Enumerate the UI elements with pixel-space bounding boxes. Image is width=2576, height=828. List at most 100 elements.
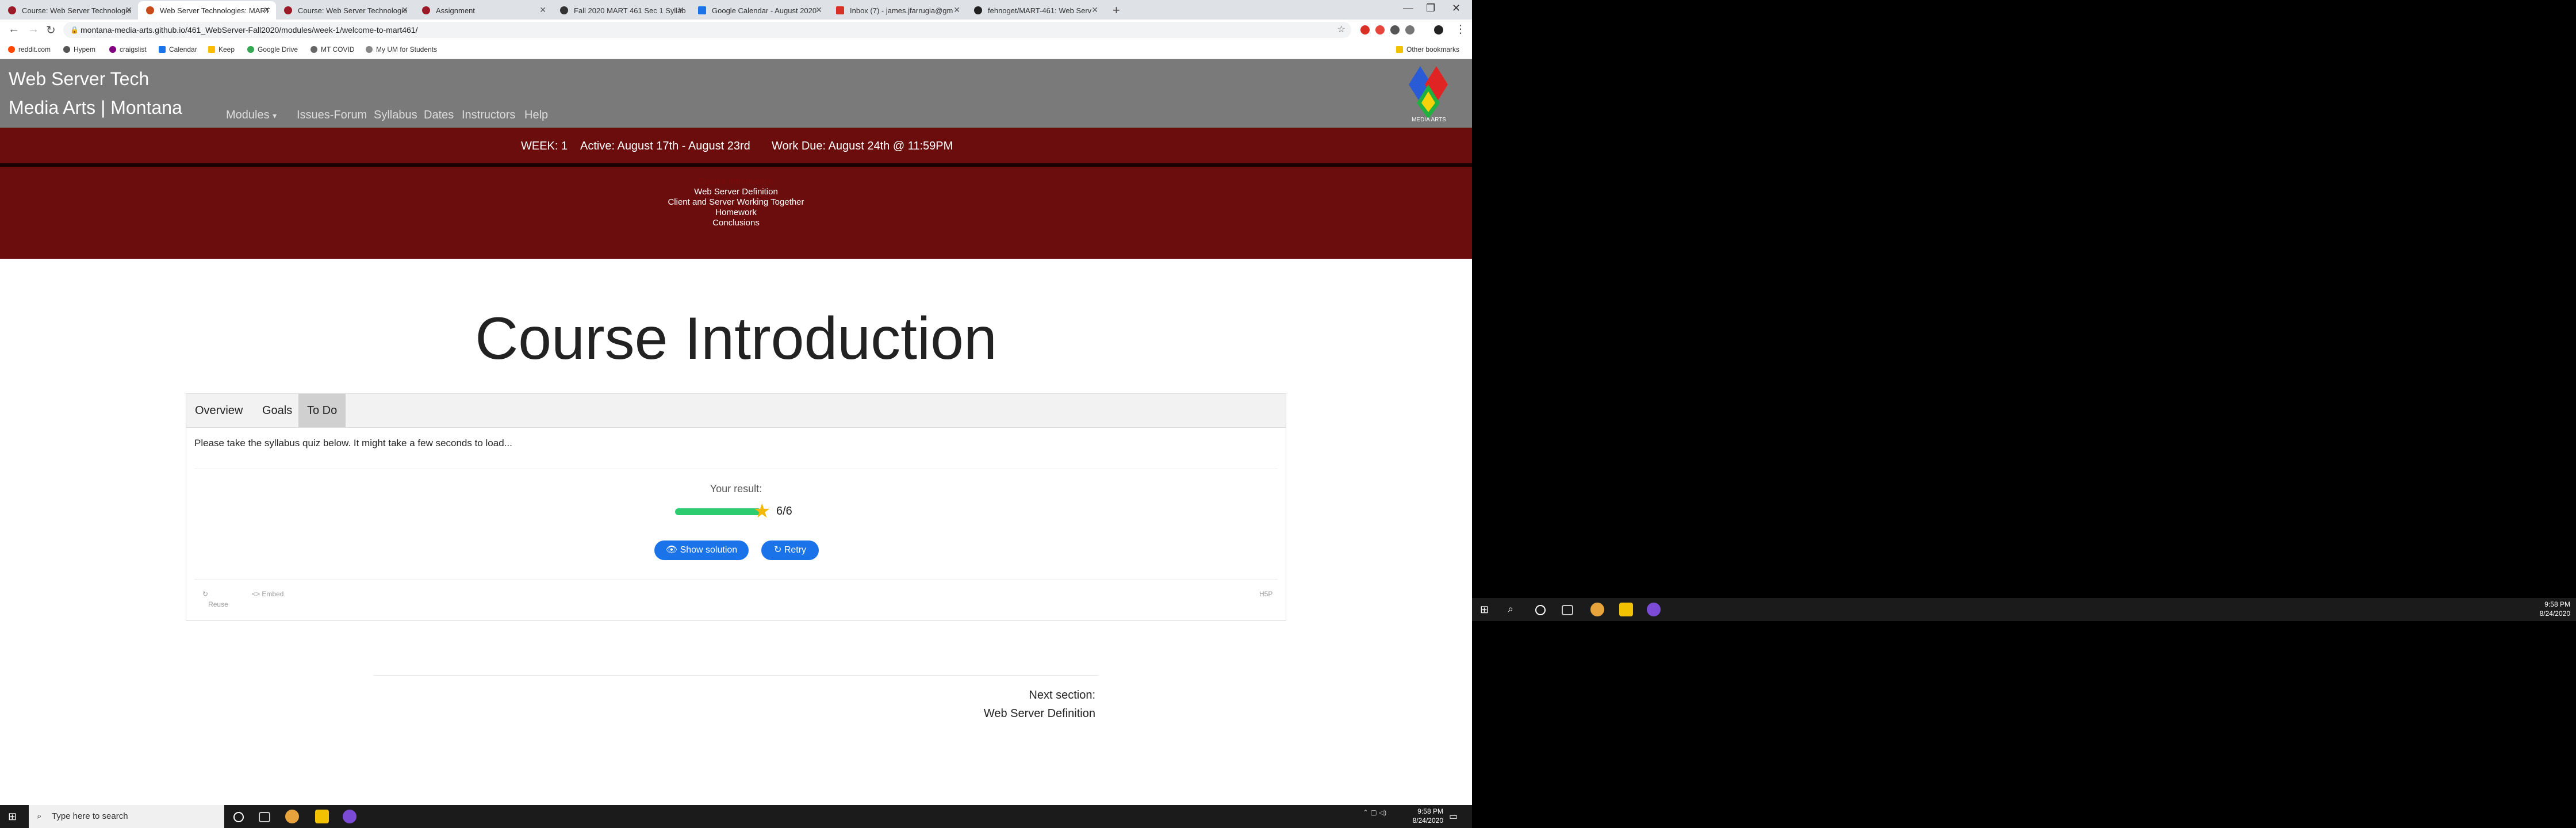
cortana-icon[interactable] — [233, 812, 244, 822]
browser-tab[interactable]: Course: Web Server Technologie ✕ — [0, 1, 138, 20]
week-label: WEEK: 1 — [521, 140, 568, 152]
close-tab-icon[interactable]: ✕ — [125, 5, 132, 15]
tab-to-do[interactable]: To Do — [298, 394, 346, 427]
profile-avatar-icon[interactable] — [1434, 25, 1443, 34]
browser-menu-icon[interactable]: ⋮ — [1455, 22, 1466, 36]
submenu-item-client-server[interactable]: Client and Server Working Together — [0, 197, 1472, 207]
adblock-extension-icon[interactable] — [1360, 25, 1370, 34]
bookmark-google-drive[interactable]: Google Drive — [247, 45, 298, 53]
site-header: Web Server Tech Media Arts | Montana Mod… — [0, 59, 1472, 128]
windows-start-icon[interactable]: ⊞ — [1480, 604, 1489, 616]
button-label: Retry — [784, 545, 807, 555]
tab-title: Web Server Technologies: MART — [160, 6, 270, 15]
media-arts-logo[interactable]: MEDIA ARTS — [1403, 64, 1455, 124]
task-view-icon[interactable] — [1562, 605, 1573, 615]
extension-icon[interactable] — [1390, 25, 1400, 34]
chrome-icon[interactable] — [1590, 603, 1604, 616]
hypem-icon — [63, 46, 70, 53]
page-title: Course Introduction — [475, 305, 997, 372]
address-bar[interactable]: 🔒 montana-media-arts.github.io/461_WebSe… — [63, 22, 1351, 38]
submenu-item-web-server-definition[interactable]: Web Server Definition — [0, 187, 1472, 197]
reuse-link[interactable]: ↻ Reuse — [202, 590, 228, 608]
file-explorer-icon[interactable] — [1619, 603, 1633, 616]
nav-dates[interactable]: Dates — [424, 109, 454, 122]
browser-tab[interactable]: Fall 2020 MART 461 Sec 1 Syllab ✕ — [552, 1, 690, 20]
submenu-item-conclusions[interactable]: Conclusions — [0, 218, 1472, 228]
nav-syllabus[interactable]: Syllabus — [374, 109, 417, 122]
submenu-item-course-introduction[interactable]: Course Introduction — [0, 177, 1472, 186]
button-label: Show solution — [680, 545, 738, 555]
restore-icon[interactable]: ❐ — [1426, 2, 1435, 14]
next-section-link[interactable]: Web Server Definition — [805, 707, 1095, 720]
obs-app-icon[interactable] — [343, 810, 356, 823]
embed-link[interactable]: <> Embed — [252, 590, 283, 598]
tab-favicon-icon — [146, 6, 154, 14]
close-window-icon[interactable]: ✕ — [1452, 2, 1460, 14]
extension-icon[interactable] — [1375, 25, 1385, 34]
extensions-puzzle-icon[interactable] — [1405, 25, 1414, 34]
bookmark-reddit[interactable]: reddit.com — [8, 45, 51, 53]
bookmark-star-icon[interactable]: ☆ — [1337, 22, 1346, 38]
close-tab-icon[interactable]: ✕ — [1091, 5, 1098, 15]
secondary-monitor: ⊞ ⌕ 9:58 PM 8/24/2020 — [1472, 0, 2576, 621]
bookmark-label: Other bookmarks — [1406, 45, 1460, 53]
globe-icon — [310, 46, 317, 53]
show-solution-button[interactable]: 👁 Show solution — [654, 540, 749, 560]
tab-goals[interactable]: Goals — [254, 394, 301, 427]
search-icon[interactable]: ⌕ — [1508, 603, 1513, 615]
bookmark-mt-covid[interactable]: MT COVID — [310, 45, 354, 53]
h5p-footer: ↻ Reuse <> Embed H5P — [194, 579, 1278, 608]
close-tab-icon[interactable]: ✕ — [539, 5, 546, 15]
close-tab-icon[interactable]: ✕ — [263, 5, 270, 15]
nav-modules[interactable]: Modules ▾ — [226, 109, 277, 122]
bookmark-calendar[interactable]: Calendar — [159, 45, 197, 53]
browser-tab[interactable]: Course: Web Server Technologie ✕ — [276, 1, 414, 20]
file-explorer-icon[interactable] — [315, 810, 329, 823]
tab-title: Google Calendar - August 2020 — [712, 6, 817, 15]
nav-issues-forum[interactable]: Issues-Forum — [297, 109, 367, 122]
search-placeholder: Type here to search — [52, 811, 128, 821]
h5p-logo[interactable]: H5P — [1259, 590, 1272, 598]
close-tab-icon[interactable]: ✕ — [953, 5, 960, 15]
site-brand-line2[interactable]: Media Arts | Montana — [9, 97, 182, 118]
other-bookmarks[interactable]: Other bookmarks — [1396, 45, 1459, 53]
chrome-icon[interactable] — [285, 810, 299, 823]
bookmark-hypem[interactable]: Hypem — [63, 45, 95, 53]
browser-tab[interactable]: Assignment ✕ — [414, 1, 552, 20]
task-view-icon[interactable] — [259, 812, 270, 822]
browser-tab[interactable]: Google Calendar - August 2020 ✕ — [690, 1, 828, 20]
submenu-item-homework[interactable]: Homework — [0, 208, 1472, 217]
notifications-icon[interactable]: ▭ — [1449, 811, 1458, 822]
bookmark-label: Hypem — [74, 45, 96, 53]
lock-icon: 🔒 — [70, 26, 79, 34]
site-brand-line1[interactable]: Web Server Tech — [9, 68, 149, 90]
bookmark-my-um[interactable]: My UM for Students — [366, 45, 437, 53]
close-tab-icon[interactable]: ✕ — [677, 5, 684, 15]
tray-icons[interactable]: ⌃ ▢ ◁) — [1363, 808, 1386, 816]
minimize-icon[interactable]: — — [1403, 2, 1413, 14]
bookmark-label: Calendar — [169, 45, 197, 53]
taskbar-search-input[interactable]: ⌕ Type here to search — [29, 805, 224, 828]
url-text: montana-media-arts.github.io/461_WebServ… — [80, 25, 418, 34]
nav-instructors[interactable]: Instructors — [462, 109, 515, 122]
back-icon[interactable]: ← — [8, 23, 20, 36]
nav-help[interactable]: Help — [524, 109, 548, 122]
close-tab-icon[interactable]: ✕ — [401, 5, 408, 15]
tab-title: Inbox (7) - james.jfarrugia@gm — [850, 6, 953, 15]
retry-button[interactable]: ↻ Retry — [761, 540, 819, 560]
reload-icon[interactable]: ↻ — [46, 23, 56, 37]
tab-overview[interactable]: Overview — [186, 394, 251, 427]
cortana-icon[interactable] — [1535, 605, 1546, 615]
obs-app-icon[interactable] — [1647, 603, 1661, 616]
new-tab-button[interactable]: + — [1113, 3, 1120, 18]
browser-tab[interactable]: Inbox (7) - james.jfarrugia@gm ✕ — [828, 1, 966, 20]
bookmark-label: craigslist — [120, 45, 147, 53]
close-tab-icon[interactable]: ✕ — [815, 5, 822, 15]
bookmark-label: My UM for Students — [376, 45, 438, 53]
browser-tab[interactable]: fehnoget/MART-461: Web Serv ✕ — [966, 1, 1104, 20]
browser-tab-active[interactable]: Web Server Technologies: MART ✕ — [138, 1, 276, 20]
bookmark-keep[interactable]: Keep — [208, 45, 235, 53]
bookmark-craigslist[interactable]: craigslist — [109, 45, 147, 53]
windows-start-icon[interactable]: ⊞ — [8, 811, 17, 823]
forward-icon[interactable]: → — [28, 23, 39, 36]
